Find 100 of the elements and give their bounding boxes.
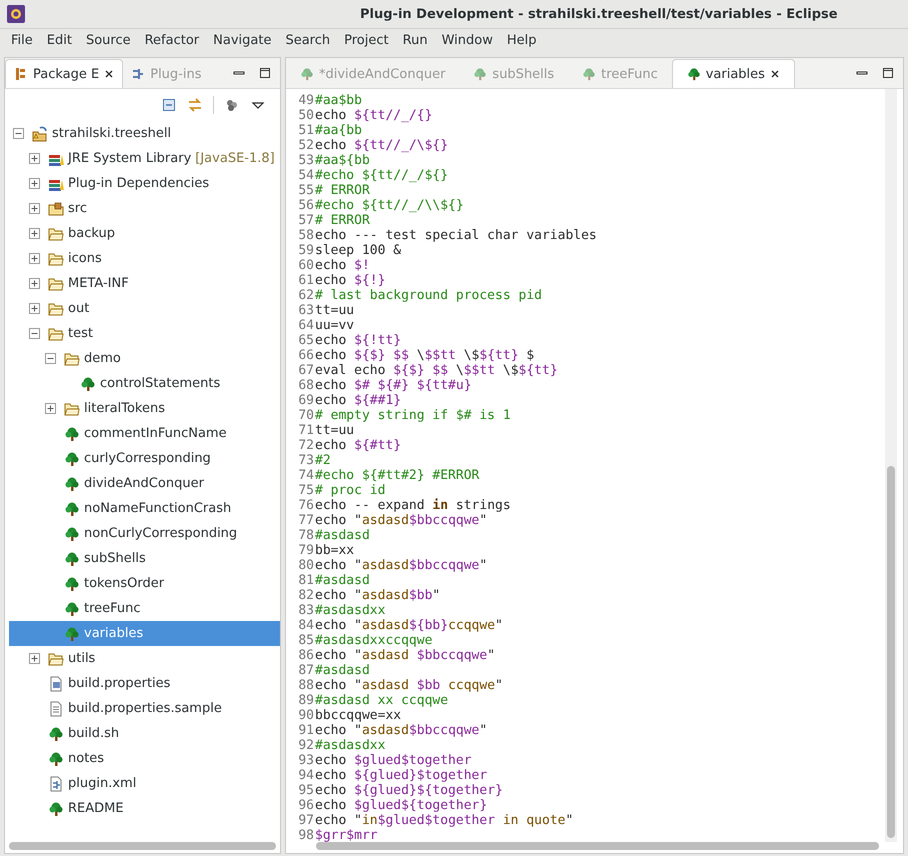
line-number: 53 — [297, 153, 315, 168]
tree-icon — [64, 600, 80, 616]
line-number: 57 — [297, 213, 315, 228]
line-number: 58 — [297, 228, 315, 243]
tree-item[interactable]: icons — [9, 246, 280, 271]
tree-item[interactable]: build.sh — [9, 721, 280, 746]
tree-item-label: utils — [68, 651, 96, 666]
expand-toggle-icon[interactable] — [29, 278, 40, 289]
tree-item-label: noNameFunctionCrash — [84, 501, 232, 516]
line-number: 49 — [297, 93, 315, 108]
expand-toggle-icon[interactable] — [29, 303, 40, 314]
line-number: 60 — [297, 258, 315, 273]
line-number: 56 — [297, 198, 315, 213]
maximize-icon[interactable] — [882, 67, 894, 79]
tree-item[interactable]: backup — [9, 221, 280, 246]
tree-item[interactable]: nonCurlyCorresponding — [9, 521, 280, 546]
tree-item-label: JRE System Library — [68, 151, 192, 166]
tree-item[interactable]: JRE System Library [JavaSE-1.8] — [9, 146, 280, 171]
tree-item[interactable]: META-INF — [9, 271, 280, 296]
tree-item[interactable]: notes — [9, 746, 280, 771]
line-number: 75 — [297, 483, 315, 498]
filter-icon[interactable] — [224, 97, 240, 113]
line-number: 67 — [297, 363, 315, 378]
code-line: eval echo ${$} $$ \$$tt \$${tt} — [315, 363, 558, 378]
line-number: 62 — [297, 288, 315, 303]
tree-item[interactable]: demo — [9, 346, 280, 371]
expand-toggle-icon[interactable] — [29, 203, 40, 214]
menu-item[interactable]: Search — [278, 32, 338, 48]
code-line: echo $glued$together — [315, 753, 472, 768]
horizontal-scrollbar[interactable] — [316, 842, 879, 850]
expand-toggle-icon[interactable] — [29, 153, 40, 164]
menu-item[interactable]: Window — [434, 32, 500, 48]
line-number: 97 — [297, 813, 315, 828]
expand-toggle-icon[interactable] — [29, 253, 40, 264]
horizontal-scrollbar[interactable] — [9, 842, 276, 850]
close-icon[interactable] — [104, 69, 114, 79]
expand-toggle-icon[interactable] — [29, 653, 40, 664]
menu-item[interactable]: Edit — [40, 32, 79, 48]
expand-toggle-icon[interactable] — [45, 403, 56, 414]
tree-item-label: treeFunc — [84, 601, 141, 616]
code-line: #aa${bb — [315, 153, 370, 168]
menu-item[interactable]: Help — [500, 32, 544, 48]
tree-item[interactable]: out — [9, 296, 280, 321]
code-line: #echo ${tt//_/${} — [315, 168, 448, 183]
tree-icon — [64, 476, 80, 492]
line-number: 72 — [297, 438, 315, 453]
tree-item[interactable]: build.properties — [9, 671, 280, 696]
view-tab[interactable]: Package E — [5, 59, 124, 88]
collapse-toggle-icon[interactable] — [13, 128, 24, 139]
tree-item[interactable]: build.properties.sample — [9, 696, 280, 721]
folder-icon — [64, 350, 80, 366]
tree-item[interactable]: Plug-in Dependencies — [9, 171, 280, 196]
code-line: #asdasd — [315, 573, 370, 588]
link-arrows-icon[interactable] — [187, 97, 203, 113]
line-number: 95 — [297, 783, 315, 798]
tree-item[interactable]: divideAndConquer — [9, 471, 280, 496]
tree-item[interactable]: literalTokens — [9, 396, 280, 421]
menu-item[interactable]: Run — [396, 32, 435, 48]
line-number: 71 — [297, 423, 315, 438]
collapse-toggle-icon[interactable] — [29, 328, 40, 339]
code-line: echo $# ${#} ${tt#u} — [315, 378, 472, 393]
line-number: 90 — [297, 708, 315, 723]
line-number: 94 — [297, 768, 315, 783]
package-tree-icon — [14, 67, 28, 81]
tree-item[interactable]: README — [9, 796, 280, 821]
tree-item[interactable]: utils — [9, 646, 280, 671]
line-number: 87 — [297, 663, 315, 678]
menu-item[interactable]: Project — [337, 32, 396, 48]
maximize-icon[interactable] — [259, 67, 271, 79]
expand-toggle-icon[interactable] — [29, 178, 40, 189]
tree-item[interactable]: strahilski.treeshell — [9, 121, 280, 146]
collapse-toggle-icon[interactable] — [45, 353, 56, 364]
close-icon[interactable] — [770, 69, 780, 79]
tree-item[interactable]: subShells — [9, 546, 280, 571]
tree-item[interactable]: commentInFuncName — [9, 421, 280, 446]
menu-item[interactable]: File — [4, 32, 40, 48]
tree-item-label: META-INF — [68, 276, 129, 291]
tree-item[interactable]: controlStatements — [9, 371, 280, 396]
tree-item[interactable]: tokensOrder — [9, 571, 280, 596]
tree-item[interactable]: curlyCorresponding — [9, 446, 280, 471]
line-number: 79 — [297, 543, 315, 558]
tree-item[interactable]: src — [9, 196, 280, 221]
package-folder-icon — [48, 200, 64, 216]
line-number: 89 — [297, 693, 315, 708]
editor-tab[interactable]: variables — [672, 59, 795, 88]
tree-item[interactable]: plugin.xml — [9, 771, 280, 796]
vertical-scrollbar[interactable] — [885, 89, 897, 842]
tree-item[interactable]: noNameFunctionCrash — [9, 496, 280, 521]
folder-icon — [48, 276, 64, 292]
project-icon — [32, 126, 48, 142]
tree-icon — [48, 800, 64, 816]
menu-item[interactable]: Navigate — [206, 32, 278, 48]
expand-toggle-icon[interactable] — [29, 228, 40, 239]
menu-item[interactable]: Source — [78, 32, 138, 48]
collapse-all-icon[interactable] — [161, 97, 177, 113]
menu-item[interactable]: Refactor — [138, 32, 206, 48]
tree-item[interactable]: test — [9, 321, 280, 346]
tree-icon — [64, 550, 80, 566]
tree-item[interactable]: treeFunc — [9, 596, 280, 621]
line-number: 96 — [297, 798, 315, 813]
